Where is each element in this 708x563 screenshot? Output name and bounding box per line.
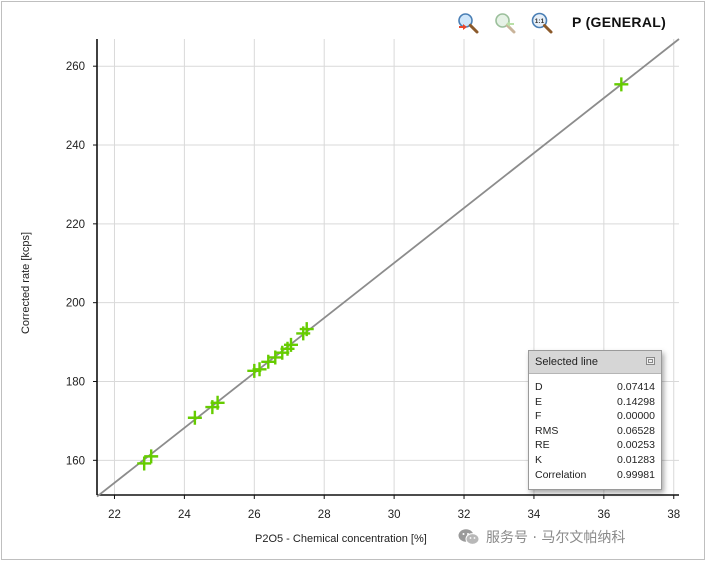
panel-row-re: RE 0.00253 <box>535 438 655 453</box>
x-tick-label: 30 <box>388 509 401 521</box>
watermark-text: 服务号 · 马尔文帕纳科 <box>486 530 626 546</box>
row-label: D <box>535 381 543 393</box>
panel-row-correlation: Correlation 0.99981 <box>535 468 655 483</box>
x-tick-label: 28 <box>318 509 331 521</box>
data-point <box>144 449 159 464</box>
y-axis-label: Corrected rate [kcps] <box>20 231 32 335</box>
panel-header: Selected line <box>529 351 661 374</box>
row-value: 0.06528 <box>617 424 655 437</box>
x-tick-label: 38 <box>667 509 680 521</box>
panel-row-k: K 0.01283 <box>535 453 655 468</box>
row-value: 0.01283 <box>617 453 655 466</box>
wechat-icon <box>458 529 480 545</box>
x-tick-label: 24 <box>178 509 191 521</box>
row-value: 0.00253 <box>617 439 655 452</box>
row-label: Correlation <box>535 468 587 481</box>
watermark: 服务号 · 马尔文帕纳科 <box>458 527 625 547</box>
row-label: K <box>535 453 543 466</box>
row-value: 0.07414 <box>617 381 655 393</box>
panel-restore-button[interactable] <box>646 357 655 365</box>
y-tick-label: 160 <box>66 455 85 467</box>
x-tick-label: 32 <box>458 509 471 521</box>
panel-row-d: D 0.07414 <box>535 380 655 395</box>
panel-row-e: E 0.14298 <box>535 395 655 410</box>
row-value: 0.99981 <box>617 468 655 481</box>
selected-line-panel: Selected line D 0.07414 E 0.14298 F 0.00000… <box>528 350 662 490</box>
y-tick-label: 260 <box>66 61 85 73</box>
panel-row-rms: RMS 0.06528 <box>535 424 655 439</box>
row-value: 0.14298 <box>617 395 655 408</box>
row-label: RMS <box>535 424 559 437</box>
x-tick-label: 22 <box>108 509 121 521</box>
y-tick-label: 220 <box>66 219 85 231</box>
row-label: E <box>535 395 543 408</box>
row-label: F <box>535 410 542 423</box>
row-value: 0.00000 <box>617 410 655 423</box>
y-tick-label: 240 <box>66 140 85 152</box>
data-point <box>137 456 152 471</box>
x-tick-label: 26 <box>248 509 261 521</box>
x-tick-label: 36 <box>597 509 610 521</box>
x-tick-label: 34 <box>528 509 541 521</box>
y-tick-label: 200 <box>66 298 85 310</box>
y-tick-label: 180 <box>66 376 85 388</box>
panel-title: Selected line <box>535 356 598 368</box>
panel-body: D 0.07414 E 0.14298 F 0.00000 RMS 0.06528 RE… <box>529 374 661 482</box>
row-label: RE <box>535 439 550 452</box>
x-axis-label: P2O5 - Chemical concentration [%] <box>255 533 427 545</box>
panel-row-f: F 0.00000 <box>535 409 655 424</box>
